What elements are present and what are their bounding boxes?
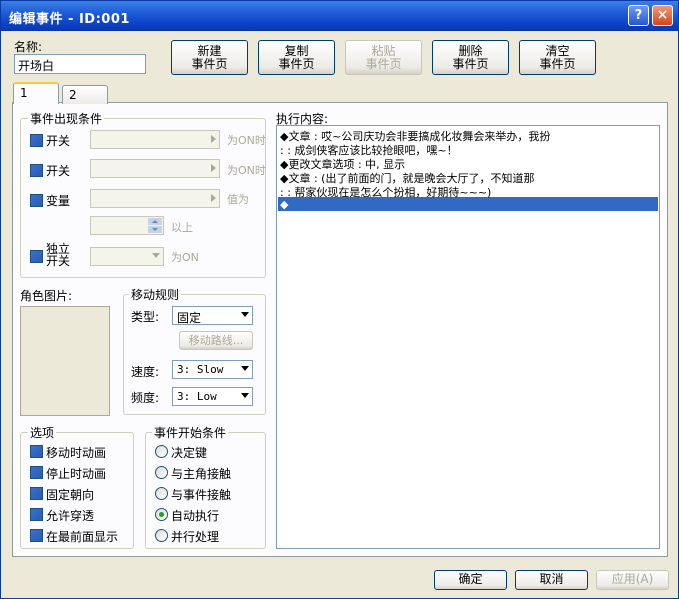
tab-page-2[interactable]: 2 xyxy=(62,85,108,104)
move-type-select[interactable]: 固定 xyxy=(172,306,253,325)
chevron-down-icon xyxy=(241,312,249,317)
help-button[interactable]: ? xyxy=(628,5,649,26)
switch2-suffix: 为ON时 xyxy=(227,164,266,177)
new-page-button[interactable]: 新建 事件页 xyxy=(171,40,248,75)
always-on-top-label: 在最前面显示 xyxy=(46,530,119,544)
self-switch-suffix: 为ON xyxy=(171,251,199,264)
variable-checkbox[interactable] xyxy=(30,194,43,207)
character-graphic-preview[interactable] xyxy=(20,306,110,416)
arrow-right-icon xyxy=(211,164,216,172)
name-input[interactable]: 开场白 xyxy=(14,54,146,74)
copy-page-button[interactable]: 复制 事件页 xyxy=(258,40,335,75)
variable-suffix: 值为 xyxy=(227,193,249,206)
tab-page-1[interactable]: 1 xyxy=(13,82,59,104)
move-route-button[interactable]: 移动路线... xyxy=(179,331,253,350)
options-title: 选项 xyxy=(28,424,57,441)
ok-button[interactable]: 确定 xyxy=(434,570,507,590)
apply-button[interactable]: 应用(A) xyxy=(596,570,669,590)
speed-label: 速度: xyxy=(131,365,160,379)
switch1-select[interactable] xyxy=(90,130,220,149)
event-editor-window: 编辑事件 - ID:001 ? × 名称: 开场白 新建 事件页 复制 事件页 粘贴… xyxy=(0,0,679,599)
self-switch-label: 独立 开关 xyxy=(46,242,71,268)
variable-label: 变量 xyxy=(46,194,71,208)
switch1-suffix: 为ON时 xyxy=(227,134,266,147)
always-on-top-checkbox[interactable] xyxy=(30,529,43,542)
frequency-label: 频度: xyxy=(131,391,160,405)
title-bar[interactable]: 编辑事件 - ID:001 ? × xyxy=(1,1,678,31)
variable-value-spinner[interactable] xyxy=(90,216,164,235)
trigger-autorun-label: 自动执行 xyxy=(171,509,220,523)
spin-down-icon[interactable] xyxy=(148,226,162,233)
window-title: 编辑事件 - ID:001 xyxy=(9,12,130,27)
switch1-label: 开关 xyxy=(46,134,71,148)
delete-page-button[interactable]: 删除 事件页 xyxy=(432,40,509,75)
step-anime-checkbox[interactable] xyxy=(30,466,43,479)
trigger-event-touch-radio[interactable] xyxy=(155,487,168,500)
through-label: 允许穿透 xyxy=(46,509,95,523)
chevron-down-icon xyxy=(152,253,160,258)
movement-title: 移动规则 xyxy=(129,286,182,303)
chevron-down-icon xyxy=(241,366,249,371)
walk-anime-label: 移动时动画 xyxy=(46,446,107,460)
arrow-right-icon xyxy=(211,135,216,143)
trigger-player-touch-radio[interactable] xyxy=(155,466,168,479)
close-button[interactable]: × xyxy=(652,5,673,26)
trigger-action-radio[interactable] xyxy=(155,445,168,458)
trigger-event-touch-label: 与事件接触 xyxy=(171,488,232,502)
trigger-parallel-radio[interactable] xyxy=(155,529,168,542)
list-item-selected[interactable]: ◆ xyxy=(280,198,288,211)
above-label: 以上 xyxy=(171,221,193,234)
clear-page-button[interactable]: 清空 事件页 xyxy=(519,40,596,75)
speed-select[interactable]: 3: Slow xyxy=(172,360,253,379)
arrow-right-icon xyxy=(211,194,216,202)
switch2-label: 开关 xyxy=(46,164,71,178)
switch2-select[interactable] xyxy=(90,159,220,178)
trigger-autorun-radio[interactable] xyxy=(155,508,168,521)
cancel-button[interactable]: 取消 xyxy=(515,570,588,590)
trigger-action-label: 决定键 xyxy=(171,446,208,460)
name-label: 名称: xyxy=(14,40,43,54)
event-commands-list[interactable]: ◆文章 : 哎~公司庆功会非要搞成化妆舞会来举办，我扮 : : 成剑侠客应该比较… xyxy=(276,125,660,549)
through-checkbox[interactable] xyxy=(30,508,43,521)
spin-up-icon[interactable] xyxy=(148,218,162,225)
direction-fix-label: 固定朝向 xyxy=(46,488,95,502)
trigger-parallel-label: 并行处理 xyxy=(171,530,220,544)
variable-select[interactable] xyxy=(90,189,220,208)
switch2-checkbox[interactable] xyxy=(30,164,43,177)
trigger-player-touch-label: 与主角接触 xyxy=(171,467,232,481)
self-switch-select[interactable] xyxy=(90,247,164,266)
step-anime-label: 停止时动画 xyxy=(46,467,107,481)
chevron-down-icon xyxy=(241,393,249,398)
move-type-label: 类型: xyxy=(131,310,160,324)
conditions-title: 事件出现条件 xyxy=(28,110,105,127)
trigger-title: 事件开始条件 xyxy=(152,424,229,441)
list-item[interactable]: : : 帮家伙现在是怎么个扮相，好期待~~~) xyxy=(280,184,491,200)
paste-page-button[interactable]: 粘贴 事件页 xyxy=(345,40,422,75)
switch1-checkbox[interactable] xyxy=(30,134,43,147)
graphic-title: 角色图片: xyxy=(20,289,73,303)
self-switch-checkbox[interactable] xyxy=(30,250,43,263)
direction-fix-checkbox[interactable] xyxy=(30,487,43,500)
frequency-select[interactable]: 3: Low xyxy=(172,387,253,406)
walk-anime-checkbox[interactable] xyxy=(30,445,43,458)
